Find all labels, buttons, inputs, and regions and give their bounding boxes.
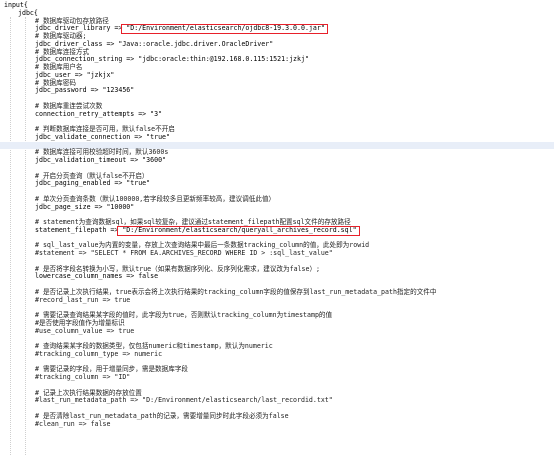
code-comment: #record_last_run => true bbox=[35, 295, 131, 304]
code-line[interactable]: lowercase_column_names => false bbox=[0, 272, 554, 281]
code-comment: #clean_run => false bbox=[35, 419, 111, 428]
code-line[interactable]: jdbc_user => "jzkjx" bbox=[0, 71, 554, 80]
code-line[interactable]: jdbc_validate_connection => "true" bbox=[0, 132, 554, 142]
code-comment: #statement => "SELECT * FROM EA.ARCHIVES… bbox=[35, 249, 333, 257]
code-line[interactable]: #statement => "SELECT * FROM EA.ARCHIVES… bbox=[0, 249, 554, 258]
code-line[interactable]: #record_last_run => true bbox=[0, 295, 554, 305]
code-statement: jdbc_password => "123456" bbox=[35, 86, 135, 95]
code-line[interactable]: #clean_run => false bbox=[0, 419, 554, 429]
code-line[interactable]: #tracking_column_type => numeric bbox=[0, 349, 554, 359]
code-comment: #tracking_column => "ID" bbox=[35, 373, 131, 381]
code-line[interactable]: jdbc_paging_enabled => "true" bbox=[0, 179, 554, 188]
code-line[interactable]: jdbc_validation_timeout => "3600" bbox=[0, 156, 554, 165]
code-comment: #last_run_metadata_path => "D:/Environme… bbox=[35, 396, 333, 405]
code-line[interactable]: jdbc_password => "123456" bbox=[0, 86, 554, 95]
code-line[interactable]: input{ bbox=[0, 1, 554, 10]
code-comment: #tracking_column_type => numeric bbox=[35, 349, 163, 358]
code-line[interactable]: #use_column_value => true bbox=[0, 326, 554, 336]
code-line[interactable]: statement_filepath => "D:/Environment/el… bbox=[0, 225, 554, 236]
code-line[interactable]: #last_run_metadata_path => "D:/Environme… bbox=[0, 396, 554, 405]
code-statement: jdbc_validation_timeout => "3600" bbox=[35, 156, 167, 164]
code-statement: lowercase_column_names => false bbox=[35, 272, 159, 281]
code-statement: jdbc_page_size => "10000" bbox=[35, 202, 135, 211]
code-line[interactable]: jdbc_connection_string => "jdbc:oracle:t… bbox=[0, 55, 554, 64]
code-comment: #use_column_value => true bbox=[35, 326, 135, 335]
code-statement: connection_retry_attempts => "3" bbox=[35, 109, 163, 118]
code-line[interactable]: connection_retry_attempts => "3" bbox=[0, 109, 554, 119]
code-lines: input{jdbc{# 数据库驱动包存放路径 jdbc_driver_libra… bbox=[0, 1, 554, 429]
code-statement: jdbc_validate_connection => "true" bbox=[35, 132, 170, 141]
code-statement: jdbc_paging_enabled => "true" bbox=[35, 179, 151, 188]
code-line[interactable]: jdbc_page_size => "10000" bbox=[0, 202, 554, 212]
code-line[interactable]: #tracking_column => "ID" bbox=[0, 373, 554, 382]
code-editor[interactable]: input{jdbc{# 数据库驱动包存放路径 jdbc_driver_libra… bbox=[0, 0, 554, 457]
